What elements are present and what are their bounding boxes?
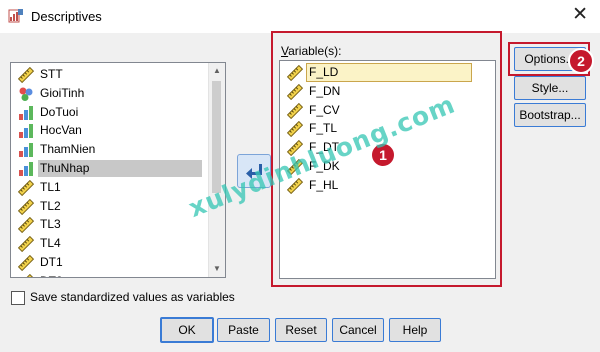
source-variable-item-label: TL4 [40, 236, 61, 251]
ruler-scale-icon [17, 273, 35, 277]
source-variable-item-label: DT2 [38, 273, 202, 277]
ok-button[interactable]: OK [160, 317, 214, 343]
ruler-scale-icon [286, 121, 304, 138]
ruler-scale-icon [17, 66, 35, 84]
ruler-scale-icon [286, 102, 304, 119]
ruler-scale-icon [286, 64, 304, 82]
descriptives-app-icon [8, 9, 23, 23]
target-variable-item-label: F_LD [306, 63, 472, 82]
scrollbar-thumb[interactable] [212, 81, 221, 193]
scroll-up-icon[interactable]: ▲ [209, 63, 225, 79]
nominal-icon [18, 86, 34, 102]
source-variable-item-label: DT1 [40, 255, 63, 269]
ruler-scale-icon [17, 217, 35, 234]
title-bar: Descriptives ✕ [0, 0, 600, 33]
save-standardized-checkbox[interactable] [11, 291, 25, 305]
source-variable-item-label: STT [40, 67, 63, 81]
help-button[interactable]: Help [389, 318, 441, 342]
source-variable-item-label: TL3 [40, 217, 61, 232]
source-variable-item-label: GioiTinh [40, 85, 85, 100]
source-variable-item-label: TL1 [40, 179, 61, 194]
source-variable-item-label: ThuNhap [38, 160, 202, 177]
ordinal-icon [18, 123, 34, 139]
paste-button[interactable]: Paste [217, 318, 270, 342]
cancel-button[interactable]: Cancel [332, 318, 384, 342]
ruler-scale-icon [17, 236, 35, 253]
save-standardized-label: Save standardized values as variables [30, 290, 235, 304]
target-variable-item-label: F_HL [309, 177, 339, 192]
ruler-scale-icon [17, 254, 35, 272]
ordinal-icon [18, 142, 34, 158]
source-variable-item-label: ThamNien [40, 142, 96, 157]
scroll-down-icon[interactable]: ▼ [209, 261, 225, 277]
source-variable-item-label: DoTuoi [40, 104, 79, 119]
source-variable-item-label: HocVan [40, 123, 82, 138]
bootstrap-button[interactable]: Bootstrap... [514, 103, 586, 127]
close-icon[interactable]: ✕ [572, 5, 588, 25]
source-list-scrollbar[interactable]: ▲ ▼ [208, 63, 225, 277]
window-title: Descriptives [31, 9, 102, 24]
style-button[interactable]: Style... [514, 76, 586, 100]
source-variable-item-label: TL2 [40, 198, 61, 213]
ordinal-icon [18, 105, 34, 121]
ruler-scale-icon [17, 198, 35, 215]
variables-label-text: ariable(s): [288, 44, 342, 58]
annotation-badge-2: 2 [568, 48, 594, 74]
ruler-scale-icon [286, 83, 304, 100]
variables-label: Variable(s): [281, 44, 342, 58]
reset-button[interactable]: Reset [275, 318, 327, 342]
ruler-scale-icon [17, 179, 35, 196]
ordinal-icon [18, 161, 34, 177]
source-variable-list[interactable]: ▲ ▼ STT GioiTinh DoTuoi HocVan ThamNien ThuNh… [10, 62, 226, 278]
